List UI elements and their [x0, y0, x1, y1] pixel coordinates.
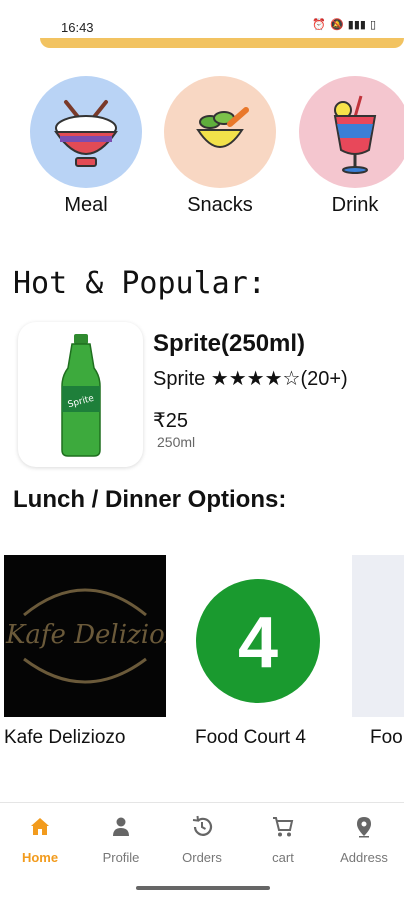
category-meal[interactable]: Meal [30, 76, 142, 217]
salad-bowl-icon [164, 76, 276, 188]
nav-label-cart: cart [272, 850, 294, 865]
status-icons: ⏰ 🔕 ▮▮▮ ▯ [312, 18, 376, 31]
lunch-dinner-title: Lunch / Dinner Options: [13, 486, 287, 513]
nav-label-profile: Profile [102, 850, 140, 865]
venue-card-partial[interactable]: Foo [352, 555, 404, 749]
kafe-logo-text: Kafe Delizioz [5, 620, 166, 650]
food-court-logo-number: 4 [238, 603, 278, 683]
nav-label-orders: Orders [182, 850, 222, 865]
history-icon [192, 815, 213, 836]
category-label-snacks: Snacks [187, 194, 253, 216]
product-card-sprite[interactable]: Sprite [18, 322, 143, 467]
nav-profile[interactable]: Profile [81, 815, 161, 865]
sprite-bottle-icon: Sprite [61, 334, 101, 457]
signal-icon: ▮▮▮ [347, 19, 366, 31]
cart-icon [273, 817, 294, 837]
nav-label-home: Home [21, 850, 59, 865]
location-pin-icon [357, 817, 371, 838]
venue-label: Food Court 4 [195, 727, 306, 748]
category-label-drink: Drink [331, 194, 379, 216]
gesture-handle[interactable] [136, 886, 270, 890]
home-icon [31, 818, 49, 835]
nav-home[interactable]: Home [0, 815, 80, 865]
venue-card-food-court-4[interactable]: 4 Food Court 4 [195, 555, 325, 749]
product-name[interactable]: Sprite(250ml) [153, 330, 305, 358]
venue-label: Kafe Deliziozo [4, 727, 126, 748]
food-court-4-logo: 4 [195, 555, 325, 717]
venue-label: Foo [370, 727, 403, 748]
header-strip [40, 38, 404, 48]
venue-image-placeholder [352, 555, 404, 717]
nav-cart[interactable]: cart [243, 815, 323, 865]
mute-icon: 🔕 [330, 19, 344, 31]
nav-address[interactable]: Address [324, 815, 404, 865]
drink-glass-icon [299, 76, 404, 188]
kafe-deliziozo-logo: Kafe Delizioz [4, 555, 166, 717]
nav-label-address: Address [340, 850, 388, 865]
product-price: ₹25 [153, 410, 188, 432]
nav-orders[interactable]: Orders [162, 815, 242, 865]
category-drink[interactable]: Drink [299, 76, 404, 217]
venue-card-kafe-deliziozo[interactable]: Kafe Delizioz Kafe Deliziozo [4, 555, 166, 749]
product-brand-rating: Sprite ★★★★☆(20+) [153, 368, 348, 390]
alarm-icon: ⏰ [312, 19, 327, 31]
meal-bowl-icon [30, 76, 142, 188]
category-label-meal: Meal [64, 194, 108, 216]
person-icon [113, 817, 129, 836]
battery-icon: ▯ [369, 19, 376, 31]
status-time: 16:43 [61, 20, 94, 35]
product-quantity: 250ml [157, 434, 196, 450]
hot-popular-title: Hot & Popular: [13, 266, 266, 301]
category-snacks[interactable]: Snacks [164, 76, 276, 217]
